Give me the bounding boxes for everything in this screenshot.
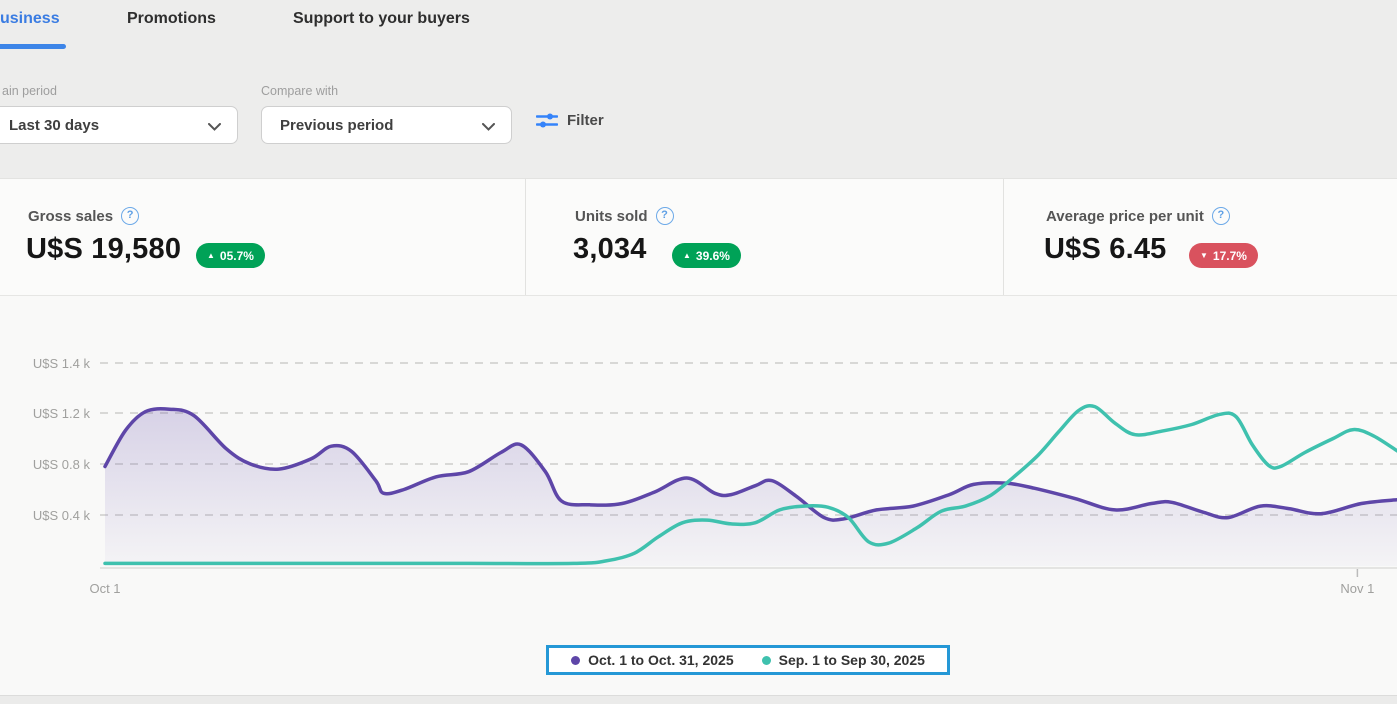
compare-with-select[interactable]: Previous period (261, 106, 512, 144)
gross-sales-label: Gross sales (28, 207, 139, 225)
filter-button[interactable]: Filter (536, 112, 604, 129)
units-sold-delta-badge: 39.6% (672, 243, 741, 268)
sliders-icon (536, 112, 558, 129)
tab-support-label: Support to your buyers (293, 10, 470, 27)
kpi-divider (1003, 179, 1004, 295)
svg-text:U$S 0.8 k: U$S 0.8 k (33, 457, 91, 472)
avg-price-label: Average price per unit (1046, 207, 1230, 225)
report-panel: Gross sales U$S 19,580 05.7% Units sold … (0, 178, 1397, 704)
active-tab-underline (0, 44, 66, 49)
svg-text:U$S 1.4 k: U$S 1.4 k (33, 356, 91, 371)
teal-series-dot-icon (762, 656, 771, 665)
help-icon[interactable] (121, 207, 139, 225)
compare-with-label: Compare with (261, 84, 338, 98)
help-icon[interactable] (1212, 207, 1230, 225)
main-period-label: ain period (2, 84, 57, 98)
compare-with-value: Previous period (280, 117, 393, 134)
filter-button-label: Filter (567, 112, 604, 129)
seller-analytics-page: usiness Promotions Support to your buyer… (0, 0, 1397, 704)
tab-promotions[interactable]: Promotions (127, 10, 216, 28)
svg-text:U$S 1.2 k: U$S 1.2 k (33, 406, 91, 421)
main-period-value: Last 30 days (9, 117, 99, 134)
purple-series-dot-icon (571, 656, 580, 665)
kpi-divider (525, 179, 526, 295)
tab-business-label: usiness (0, 10, 60, 27)
tab-support-to-buyers[interactable]: Support to your buyers (293, 10, 470, 28)
kpi-section: Gross sales U$S 19,580 05.7% Units sold … (0, 179, 1397, 296)
legend-previous-label: Sep. 1 to Sep 30, 2025 (779, 652, 925, 668)
chevron-down-icon (208, 123, 221, 131)
chevron-down-icon (482, 123, 495, 131)
legend-item-current-period[interactable]: Oct. 1 to Oct. 31, 2025 (571, 652, 734, 668)
tab-promotions-label: Promotions (127, 10, 216, 27)
bottom-divider (0, 695, 1397, 704)
avg-price-value: U$S 6.45 (1044, 233, 1167, 266)
help-icon[interactable] (656, 207, 674, 225)
svg-text:U$S 0.4 k: U$S 0.4 k (33, 508, 91, 523)
gross-sales-value: U$S 19,580 (26, 233, 181, 266)
legend-item-previous-period[interactable]: Sep. 1 to Sep 30, 2025 (762, 652, 925, 668)
tab-business[interactable]: usiness (0, 10, 60, 28)
chart-legend[interactable]: Oct. 1 to Oct. 31, 2025 Sep. 1 to Sep 30… (546, 645, 950, 675)
units-sold-label: Units sold (575, 207, 674, 225)
main-period-select[interactable]: Last 30 days (0, 106, 238, 144)
gross-sales-delta-badge: 05.7% (196, 243, 265, 268)
legend-current-label: Oct. 1 to Oct. 31, 2025 (588, 652, 734, 668)
avg-price-delta-badge: 17.7% (1189, 243, 1258, 268)
svg-text:Oct 1: Oct 1 (89, 581, 120, 596)
svg-text:Nov 1: Nov 1 (1340, 581, 1374, 596)
sales-area-chart[interactable]: U$S 1.4 k U$S 1.2 k U$S 0.8 k U$S 0.4 k Oct … (0, 339, 1397, 609)
units-sold-value: 3,034 (573, 233, 647, 266)
